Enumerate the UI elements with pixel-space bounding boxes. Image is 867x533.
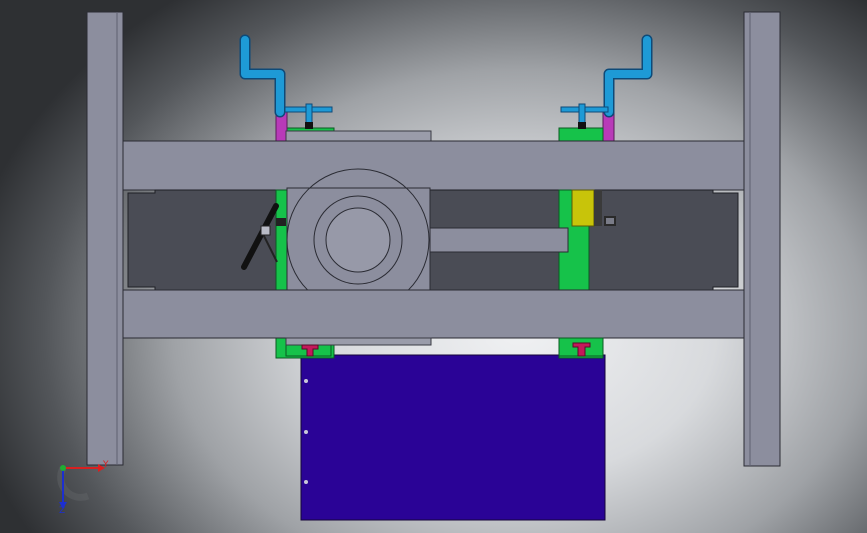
right-column[interactable] — [743, 11, 781, 467]
left-column[interactable] — [86, 11, 124, 466]
bottom-plate-left[interactable] — [285, 337, 432, 346]
clamp-block[interactable] — [571, 189, 595, 227]
z-axis-label: Z — [59, 506, 65, 516]
cover-plate[interactable] — [300, 354, 606, 521]
upper-beam[interactable] — [122, 140, 745, 191]
left-t-handle[interactable] — [284, 103, 333, 129]
x-axis-point — [60, 465, 66, 471]
top-plate-left[interactable] — [285, 130, 432, 142]
y-axis-label: Y — [102, 460, 109, 470]
lower-beam[interactable] — [122, 289, 745, 339]
right-t-handle[interactable] — [560, 103, 609, 129]
assembly-model[interactable] — [0, 0, 867, 533]
connecting-rod[interactable] — [429, 227, 569, 253]
axis-triad: Y Z — [57, 460, 109, 516]
cad-viewport[interactable]: Y Z — [0, 0, 867, 533]
